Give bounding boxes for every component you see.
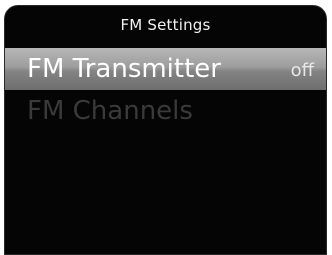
settings-menu: FM Transmitter off FM Channels (5, 48, 326, 132)
menu-item-label: FM Channels (27, 96, 193, 126)
menu-item-value: off (290, 60, 314, 81)
menu-item-label: FM Transmitter (27, 54, 221, 84)
device-frame: FM Settings FM Transmitter off FM Channe… (0, 0, 332, 255)
screen-title: FM Settings (120, 16, 211, 34)
menu-item-fm-transmitter[interactable]: FM Transmitter off (5, 48, 326, 90)
menu-item-fm-channels[interactable]: FM Channels (5, 90, 326, 132)
screen: FM Settings FM Transmitter off FM Channe… (4, 5, 327, 255)
